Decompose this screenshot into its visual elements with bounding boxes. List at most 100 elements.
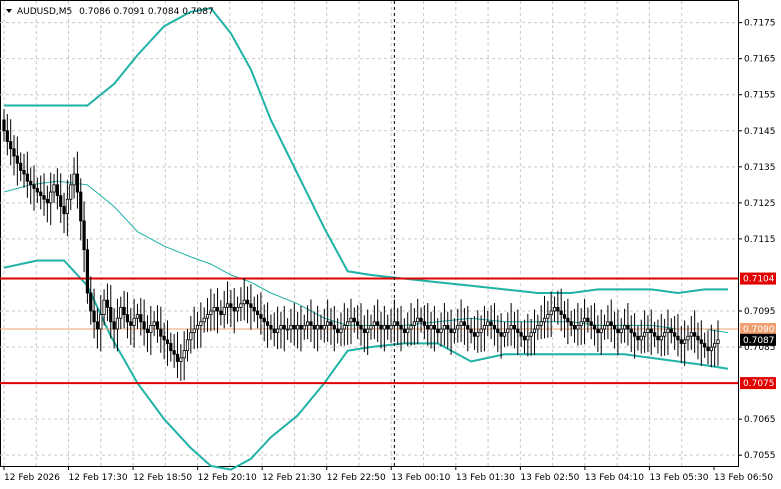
candle-body bbox=[99, 314, 103, 330]
candle-body bbox=[272, 328, 276, 334]
candle-body bbox=[522, 335, 527, 341]
candle-body bbox=[12, 148, 16, 157]
x-tick-label: 12 Feb 17:30 bbox=[69, 473, 128, 483]
candle-body bbox=[22, 170, 26, 175]
candle-body bbox=[15, 155, 19, 164]
candle-body bbox=[296, 325, 300, 330]
candle-body bbox=[552, 306, 557, 312]
candle-body bbox=[619, 328, 623, 334]
candle-body bbox=[592, 325, 597, 330]
candle-body bbox=[102, 299, 106, 316]
candle-body bbox=[699, 339, 703, 344]
candle-body bbox=[572, 325, 577, 330]
candle-body bbox=[586, 317, 590, 323]
candle-body bbox=[5, 130, 9, 142]
candle-body bbox=[432, 325, 437, 330]
candle-body bbox=[132, 317, 136, 326]
candle-body bbox=[45, 198, 49, 204]
candle-body bbox=[306, 321, 310, 326]
candle-body bbox=[279, 325, 283, 330]
candle-body bbox=[302, 325, 306, 330]
candle-body bbox=[322, 325, 326, 330]
candle-body bbox=[119, 306, 123, 319]
price-chart[interactable]: 0.7175 0.7165 0.7155 0.7145 0.7135 0.7125 0.71… bbox=[0, 0, 781, 489]
candle-body bbox=[399, 325, 403, 330]
candle-body bbox=[459, 321, 463, 326]
candle-body bbox=[512, 325, 517, 330]
candle-body bbox=[159, 328, 163, 337]
x-tick-label: 13 Feb 00:10 bbox=[391, 473, 450, 483]
candle-body bbox=[529, 332, 533, 337]
candle-body bbox=[379, 325, 383, 330]
candle-body bbox=[679, 339, 683, 344]
candle-body bbox=[192, 328, 196, 334]
candle-body bbox=[42, 195, 46, 200]
candle-body bbox=[569, 321, 573, 326]
candle-body bbox=[392, 321, 396, 326]
candle-body bbox=[632, 332, 637, 337]
candle-body bbox=[366, 328, 370, 334]
candle-body bbox=[479, 328, 483, 334]
y-tick-label: 0.7095 bbox=[744, 307, 776, 317]
candle-body bbox=[502, 332, 507, 337]
candle-body bbox=[713, 343, 717, 348]
candle-body bbox=[659, 335, 663, 341]
candle-body bbox=[35, 188, 39, 193]
candle-body bbox=[689, 332, 693, 337]
candle-body bbox=[316, 325, 320, 330]
candle-body bbox=[292, 325, 296, 330]
candle-body bbox=[312, 325, 316, 330]
candle-body bbox=[249, 303, 253, 308]
candle-body bbox=[556, 306, 560, 312]
candle-body bbox=[29, 180, 33, 186]
candle-body bbox=[142, 321, 146, 330]
candle-body bbox=[139, 314, 143, 323]
candle-body bbox=[462, 321, 467, 326]
candle-body bbox=[599, 328, 603, 334]
candle-body bbox=[199, 321, 203, 326]
candle-body bbox=[526, 335, 530, 341]
candle-body bbox=[406, 328, 410, 334]
candle-body bbox=[663, 332, 667, 337]
candle-body bbox=[576, 325, 580, 330]
candle-body bbox=[382, 325, 386, 330]
candle-body bbox=[486, 321, 490, 326]
candle-body bbox=[332, 325, 336, 330]
candle-body bbox=[62, 206, 66, 215]
candle-body bbox=[496, 328, 500, 334]
candle-body bbox=[582, 317, 587, 323]
candle-body bbox=[656, 335, 660, 341]
candle-body bbox=[442, 325, 447, 330]
candle-body bbox=[242, 299, 246, 305]
candle-body bbox=[706, 346, 710, 352]
candle-body bbox=[219, 310, 223, 316]
candle-body bbox=[372, 321, 376, 326]
candle-body bbox=[606, 321, 610, 326]
candle-body bbox=[642, 332, 647, 337]
candle-body bbox=[422, 321, 426, 326]
candle-body bbox=[612, 325, 617, 330]
candle-body bbox=[436, 328, 440, 334]
candle-body bbox=[456, 325, 460, 330]
candle-body bbox=[129, 321, 133, 326]
candle-body bbox=[489, 321, 493, 326]
candle-body bbox=[336, 328, 340, 334]
x-tick-label: 12 Feb 20:10 bbox=[198, 473, 257, 483]
candle-body bbox=[175, 353, 180, 362]
candle-body bbox=[155, 321, 160, 330]
candle-body bbox=[669, 328, 673, 334]
candle-body bbox=[282, 325, 286, 330]
candle-body bbox=[562, 314, 567, 319]
candle-body bbox=[439, 328, 443, 334]
candle-body bbox=[476, 332, 480, 337]
candle-body bbox=[222, 306, 226, 316]
candle-body bbox=[579, 321, 583, 326]
candle-body bbox=[145, 328, 150, 334]
ohlc-values: 0.7086 0.7091 0.7084 0.7087 bbox=[79, 7, 214, 17]
candle-body bbox=[89, 292, 93, 312]
candle-body bbox=[349, 317, 353, 323]
candle-body bbox=[275, 328, 280, 334]
candle-body bbox=[609, 321, 613, 326]
candle-body bbox=[683, 339, 687, 344]
candle-body bbox=[396, 321, 400, 326]
